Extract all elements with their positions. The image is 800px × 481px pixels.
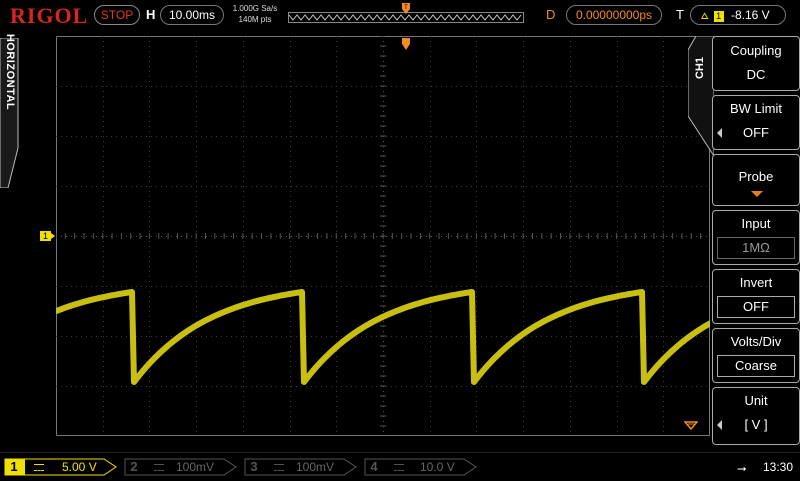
invert-button[interactable]: Invert OFF bbox=[712, 269, 800, 324]
ch1-status[interactable]: 1 5.00 V bbox=[4, 458, 120, 476]
graticule bbox=[56, 36, 710, 436]
ch1-tab-label: CH1 bbox=[694, 57, 706, 80]
waveform-display[interactable] bbox=[56, 36, 710, 436]
usb-icon: ⭢ bbox=[737, 461, 747, 475]
delay-label: D bbox=[546, 7, 556, 22]
brand-logo: RIGOL bbox=[10, 3, 89, 28]
status-bar: RIGOL STOP H 10.00ms 1.000G Sa/s 140M pt… bbox=[0, 0, 800, 30]
dropdown-arrow-icon bbox=[751, 191, 763, 197]
input-impedance-button[interactable]: Input 1MΩ bbox=[712, 210, 800, 265]
rising-edge-icon: ⩟ bbox=[701, 8, 709, 22]
unit-button[interactable]: Unit [ V ] bbox=[712, 387, 800, 445]
horizontal-label: H bbox=[146, 7, 156, 22]
ch2-status[interactable]: 2 100mV bbox=[124, 458, 240, 476]
dc-coupling-icon bbox=[394, 464, 404, 471]
horizontal-tab-label: HORIZONTAL bbox=[4, 33, 16, 111]
trigger-level-value: -8.16 V bbox=[730, 8, 770, 22]
trigger-position-icon: T bbox=[402, 3, 410, 14]
svg-text:T: T bbox=[404, 5, 408, 11]
trigger-position-marker[interactable] bbox=[400, 38, 412, 52]
volts-div-button[interactable]: Volts/Div Coarse bbox=[712, 328, 800, 383]
ch1-offset-marker[interactable]: 1 bbox=[40, 231, 51, 241]
bw-limit-button[interactable]: BW Limit OFF bbox=[712, 95, 800, 150]
ch1-menu-tab[interactable] bbox=[688, 36, 714, 448]
ch3-status[interactable]: 3 100mV bbox=[244, 458, 360, 476]
ch4-status[interactable]: 4 10.0 V bbox=[364, 458, 480, 476]
dc-coupling-icon bbox=[154, 464, 164, 471]
memory-depth: 140M pts bbox=[238, 15, 272, 24]
trigger-info[interactable]: ⩟ 1 -8.16 V bbox=[690, 5, 786, 25]
ch1-marker-tip bbox=[51, 233, 55, 239]
channel-bar: 1 5.00 V 2 100mV 3 100mV 4 10.0 V ⭢ 13:3… bbox=[0, 452, 800, 481]
delay-value[interactable]: 0.00000000ps bbox=[566, 5, 662, 25]
trigger-source-badge: 1 bbox=[713, 11, 724, 22]
run-stop-badge[interactable]: STOP bbox=[94, 5, 140, 25]
overview-waveform bbox=[289, 14, 522, 21]
system-clock: 13:30 bbox=[763, 460, 794, 474]
probe-button[interactable]: Probe bbox=[712, 154, 800, 206]
trigger-label: T bbox=[676, 7, 684, 22]
dc-coupling-icon bbox=[34, 464, 44, 471]
dc-coupling-icon bbox=[274, 464, 284, 471]
sample-rate: 1.000G Sa/s bbox=[232, 4, 278, 13]
coupling-button[interactable]: Coupling DC bbox=[712, 36, 800, 91]
timebase-value[interactable]: 10.00ms bbox=[160, 5, 224, 25]
